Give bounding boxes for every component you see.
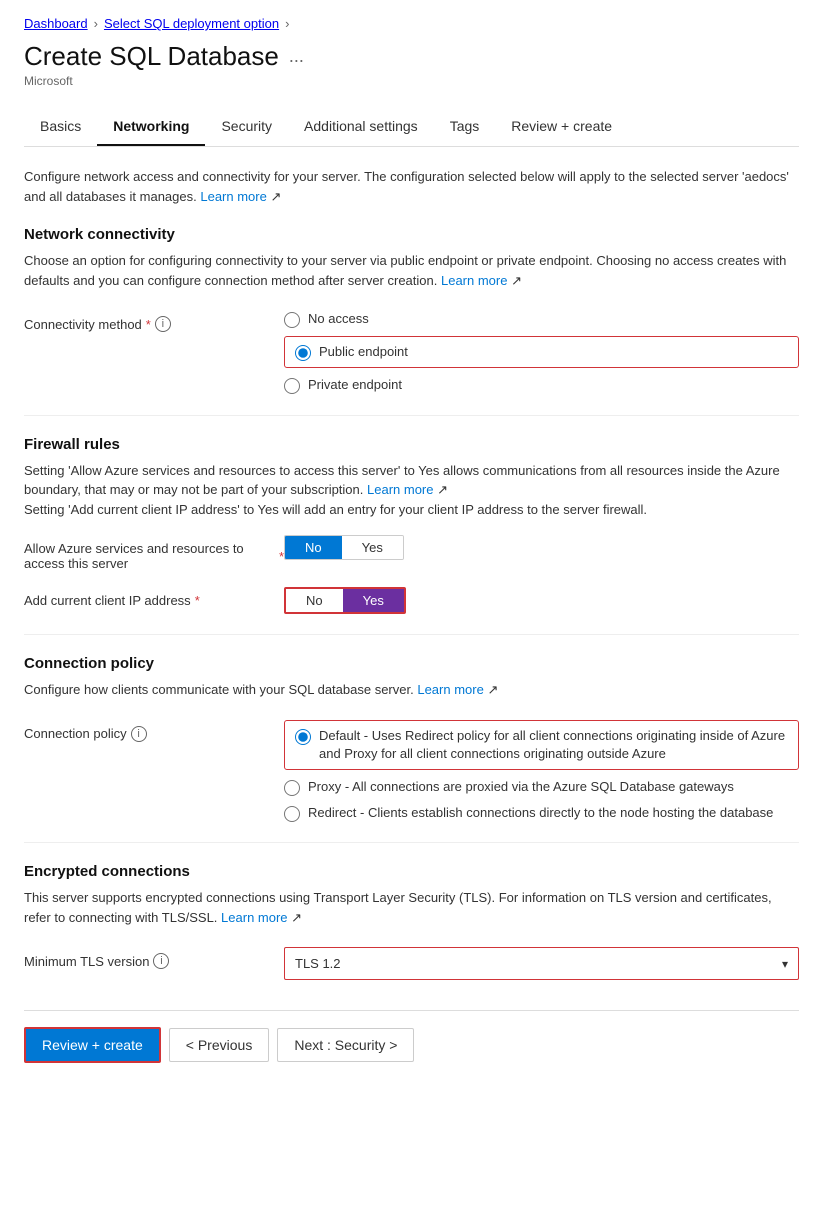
radio-public-endpoint-label: Public endpoint	[319, 343, 408, 361]
connectivity-method-row: Connectivity method * i No access Public…	[24, 310, 799, 395]
add-client-ip-row: Add current client IP address * No Yes	[24, 587, 799, 614]
connection-policy-row: Connection policy i Default - Uses Redir…	[24, 720, 799, 823]
allow-azure-no-btn[interactable]: No	[285, 536, 342, 559]
radio-no-access-label: No access	[308, 310, 369, 328]
connection-policy-info[interactable]: i	[131, 726, 147, 742]
connection-policy-radio-group: Default - Uses Redirect policy for all c…	[284, 720, 799, 823]
add-client-ip-control: No Yes	[284, 587, 799, 614]
title-ellipsis[interactable]: ...	[289, 46, 304, 67]
tab-review-create[interactable]: Review + create	[495, 108, 628, 146]
tab-tags[interactable]: Tags	[434, 108, 496, 146]
breadcrumb-dashboard[interactable]: Dashboard	[24, 16, 88, 31]
connection-policy-desc: Configure how clients communicate with y…	[24, 680, 799, 700]
network-connectivity-learn-more[interactable]: Learn more	[441, 273, 507, 288]
connection-policy-control: Default - Uses Redirect policy for all c…	[284, 720, 799, 823]
connection-policy-label: Connection policy i	[24, 720, 284, 742]
allow-azure-yes-btn[interactable]: Yes	[342, 536, 403, 559]
allow-azure-label: Allow Azure services and resources to ac…	[24, 535, 284, 571]
radio-redirect-policy-label: Redirect - Clients establish connections…	[308, 804, 773, 822]
previous-button[interactable]: < Previous	[169, 1028, 270, 1062]
encrypted-connections-desc: This server supports encrypted connectio…	[24, 888, 799, 927]
encrypted-learn-more[interactable]: Learn more	[221, 910, 287, 925]
radio-no-access[interactable]: No access	[284, 310, 799, 328]
breadcrumb-deployment[interactable]: Select SQL deployment option	[104, 16, 279, 31]
radio-proxy-policy[interactable]: Proxy - All connections are proxied via …	[284, 778, 799, 796]
radio-private-endpoint-label: Private endpoint	[308, 376, 402, 394]
divider-3	[24, 842, 799, 843]
add-client-ip-no-btn[interactable]: No	[286, 589, 343, 612]
firewall-desc: Setting 'Allow Azure services and resour…	[24, 461, 799, 520]
connectivity-method-label: Connectivity method * i	[24, 310, 284, 332]
network-connectivity-title: Network connectivity	[24, 226, 799, 243]
tls-version-label: Minimum TLS version i	[24, 947, 284, 969]
allow-azure-toggle[interactable]: No Yes	[284, 535, 404, 560]
page-subtitle: Microsoft	[24, 74, 799, 88]
tls-version-select-wrapper: TLS 1.0 TLS 1.1 TLS 1.2 ▾	[284, 947, 799, 980]
encrypted-connections-title: Encrypted connections	[24, 863, 799, 880]
breadcrumb: Dashboard › Select SQL deployment option…	[24, 16, 799, 31]
firewall-rules-title: Firewall rules	[24, 436, 799, 453]
radio-redirect-policy[interactable]: Redirect - Clients establish connections…	[284, 804, 799, 822]
intro-learn-more-link[interactable]: Learn more	[200, 189, 266, 204]
radio-public-endpoint[interactable]: Public endpoint	[284, 336, 799, 368]
footer-bar: Review + create < Previous Next : Securi…	[24, 1010, 799, 1079]
firewall-learn-more[interactable]: Learn more	[367, 482, 433, 497]
add-client-ip-yes-btn[interactable]: Yes	[343, 589, 404, 612]
radio-default-policy-label: Default - Uses Redirect policy for all c…	[319, 727, 788, 763]
networking-intro: Configure network access and connectivit…	[24, 167, 799, 206]
connectivity-method-control: No access Public endpoint Private endpoi…	[284, 310, 799, 395]
tls-version-select[interactable]: TLS 1.0 TLS 1.1 TLS 1.2	[285, 948, 798, 979]
page-title: Create SQL Database	[24, 41, 279, 72]
tab-security[interactable]: Security	[205, 108, 288, 146]
next-security-button[interactable]: Next : Security >	[277, 1028, 414, 1062]
tls-version-control: TLS 1.0 TLS 1.1 TLS 1.2 ▾	[284, 947, 799, 980]
tab-networking[interactable]: Networking	[97, 108, 205, 146]
radio-default-policy[interactable]: Default - Uses Redirect policy for all c…	[284, 720, 799, 770]
divider-2	[24, 634, 799, 635]
tls-version-row: Minimum TLS version i TLS 1.0 TLS 1.1 TL…	[24, 947, 799, 980]
radio-proxy-policy-label: Proxy - All connections are proxied via …	[308, 778, 734, 796]
tls-version-info[interactable]: i	[153, 953, 169, 969]
add-client-ip-label: Add current client IP address *	[24, 587, 284, 608]
radio-private-endpoint[interactable]: Private endpoint	[284, 376, 799, 394]
network-connectivity-desc: Choose an option for configuring connect…	[24, 251, 799, 290]
page-title-area: Create SQL Database ...	[24, 41, 799, 72]
connection-policy-learn-more[interactable]: Learn more	[417, 682, 483, 697]
allow-azure-control: No Yes	[284, 535, 799, 560]
tab-basics[interactable]: Basics	[24, 108, 97, 146]
allow-azure-row: Allow Azure services and resources to ac…	[24, 535, 799, 571]
add-client-ip-toggle[interactable]: No Yes	[284, 587, 406, 614]
connectivity-method-info[interactable]: i	[155, 316, 171, 332]
divider-1	[24, 415, 799, 416]
connectivity-radio-group: No access Public endpoint Private endpoi…	[284, 310, 799, 395]
tab-bar: Basics Networking Security Additional se…	[24, 108, 799, 147]
connection-policy-title: Connection policy	[24, 655, 799, 672]
review-create-button[interactable]: Review + create	[24, 1027, 161, 1063]
tab-additional-settings[interactable]: Additional settings	[288, 108, 434, 146]
